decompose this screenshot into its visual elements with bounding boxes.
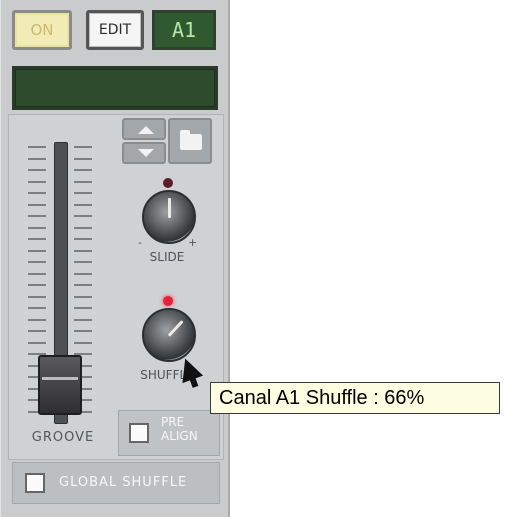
fader-tick [74, 307, 92, 309]
fader-tick [74, 249, 92, 252]
fader-handle[interactable] [38, 355, 82, 415]
fader-tick [28, 249, 46, 252]
fader-tick [74, 261, 92, 263]
pattern-select-group [118, 116, 216, 164]
global-shuffle-toggle[interactable]: GLOBAL SHUFFLE [12, 462, 220, 504]
slide-plus: + [188, 236, 198, 249]
fader-tick [74, 295, 92, 298]
fader-tick [28, 169, 46, 171]
groove-fader[interactable] [18, 140, 106, 430]
shuffle-tooltip: Canal A1 Shuffle : 66% [210, 382, 500, 414]
fader-tick [28, 157, 46, 160]
fader-tick [28, 261, 46, 263]
fader-tick [74, 169, 92, 171]
fader-tick [74, 180, 92, 183]
prealign-label: PRE ALIGN [161, 415, 198, 443]
fader-tick [74, 272, 92, 275]
slide-label: SLIDE [149, 250, 185, 264]
shuffle-led [163, 296, 173, 306]
arrow-up-icon[interactable] [122, 118, 166, 140]
fader-tick [74, 341, 92, 344]
global-shuffle-label: GLOBAL SHUFFLE [59, 475, 188, 490]
channel-display: A1 [152, 10, 216, 50]
fader-tick [74, 146, 92, 148]
fader-tick [28, 226, 46, 229]
slide-knob-indicator [168, 198, 171, 218]
on-button[interactable]: ON [12, 10, 72, 50]
fader-tick [28, 203, 46, 206]
arrow-down-icon[interactable] [122, 142, 166, 164]
fader-tick [74, 226, 92, 229]
slide-minus: - [138, 236, 142, 249]
fader-tick [74, 203, 92, 206]
prealign-checkbox[interactable] [129, 423, 149, 443]
top-bar: ON EDIT A1 [8, 10, 218, 54]
fader-tick [28, 284, 46, 286]
global-shuffle-checkbox[interactable] [25, 473, 45, 493]
groove-label: GROOVE [31, 430, 95, 445]
edit-button[interactable]: EDIT [86, 10, 144, 50]
fader-tick [28, 192, 46, 194]
slide-control: - + SLIDE [132, 176, 202, 266]
fader-tick [74, 215, 92, 217]
fader-tick [74, 284, 92, 286]
fader-tick [74, 157, 92, 160]
fader-tick [74, 192, 92, 194]
fader-tick [28, 180, 46, 183]
folder-icon [180, 130, 202, 150]
fader-tick [28, 330, 46, 332]
browse-folder-button[interactable] [168, 118, 212, 164]
shuffle-knob[interactable] [142, 308, 196, 362]
fader-tick [28, 272, 46, 275]
fader-tick [28, 341, 46, 344]
groove-channel-panel: ON EDIT A1 GROOVE - + SLIDE SHUFFLE PRE … [0, 0, 230, 517]
fader-tick [74, 330, 92, 332]
fader-tick [28, 307, 46, 309]
fader-tick [28, 318, 46, 321]
patch-name-display[interactable] [12, 66, 218, 110]
fader-tick [74, 238, 92, 240]
fader-tick [28, 238, 46, 240]
slide-led [163, 178, 173, 188]
fader-tick [28, 215, 46, 217]
fader-tick [74, 318, 92, 321]
shuffle-knob-indicator [167, 320, 184, 337]
fader-tick [28, 295, 46, 298]
fader-tick [28, 146, 46, 148]
prealign-toggle[interactable]: PRE ALIGN [118, 410, 220, 456]
